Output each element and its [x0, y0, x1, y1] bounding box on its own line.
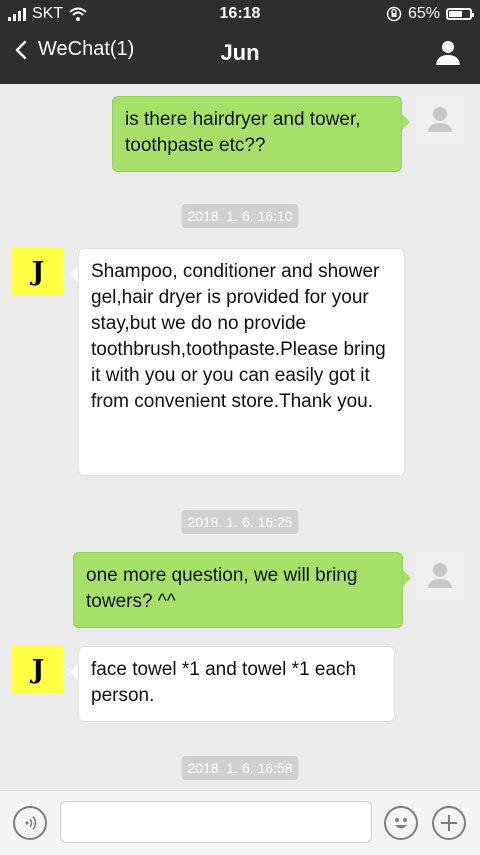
message-text: one more question, we will bring towers?…: [86, 565, 358, 612]
sent-message[interactable]: one more question, we will bring towers?…: [73, 552, 403, 628]
person-icon[interactable]: [434, 38, 462, 66]
nav-bar: WeChat(1) Jun: [0, 28, 480, 84]
avatar-letter: J: [31, 655, 45, 685]
received-message[interactable]: Shampoo, conditioner and shower gel,hair…: [78, 248, 405, 476]
bubble-tail: [403, 570, 411, 586]
bubble-tail: [70, 266, 78, 282]
input-bar: [0, 790, 480, 855]
plus-icon: [441, 815, 457, 831]
contact-avatar[interactable]: J: [12, 248, 64, 296]
emoji-button[interactable]: [384, 806, 418, 840]
voice-button[interactable]: [13, 806, 47, 840]
voice-icon: [25, 816, 37, 830]
timestamp: 2018. 1. 6. 16:25: [181, 510, 299, 534]
message-text: Shampoo, conditioner and shower gel,hair…: [91, 261, 386, 412]
timestamp: 2018. 1. 6. 16:10: [181, 204, 299, 228]
bubble-tail: [402, 114, 410, 130]
received-message[interactable]: face towel *1 and towel *1 each person.: [78, 646, 395, 722]
message-input[interactable]: [60, 801, 372, 843]
default-avatar-icon: [428, 563, 452, 588]
timestamp: 2018. 1. 6. 16:58: [181, 756, 299, 780]
my-avatar[interactable]: [416, 96, 464, 144]
bubble-tail: [70, 664, 78, 680]
status-bar: SKT 16:18 65%: [0, 0, 480, 28]
message-text: face towel *1 and towel *1 each person.: [91, 659, 357, 706]
rotation-lock-icon: [386, 6, 402, 22]
battery-icon: [446, 8, 474, 20]
chat-title: Jun: [220, 40, 260, 65]
battery-percent: 65%: [407, 5, 440, 22]
message-text: is there hairdryer and tower, toothpaste…: [125, 109, 361, 156]
avatar-letter: J: [31, 257, 45, 287]
default-avatar-icon: [428, 107, 452, 132]
emoji-icon: [395, 818, 407, 829]
top-bar: SKT 16:18 65% WeChat(1) Jun: [0, 0, 480, 84]
battery-fill: [449, 11, 462, 17]
chat-area[interactable]: is there hairdryer and tower, toothpaste…: [0, 84, 480, 790]
my-avatar[interactable]: [416, 552, 464, 600]
status-right: 65%: [386, 5, 474, 23]
sent-message[interactable]: is there hairdryer and tower, toothpaste…: [112, 96, 402, 172]
more-button[interactable]: [432, 806, 466, 840]
contact-avatar[interactable]: J: [12, 646, 64, 694]
